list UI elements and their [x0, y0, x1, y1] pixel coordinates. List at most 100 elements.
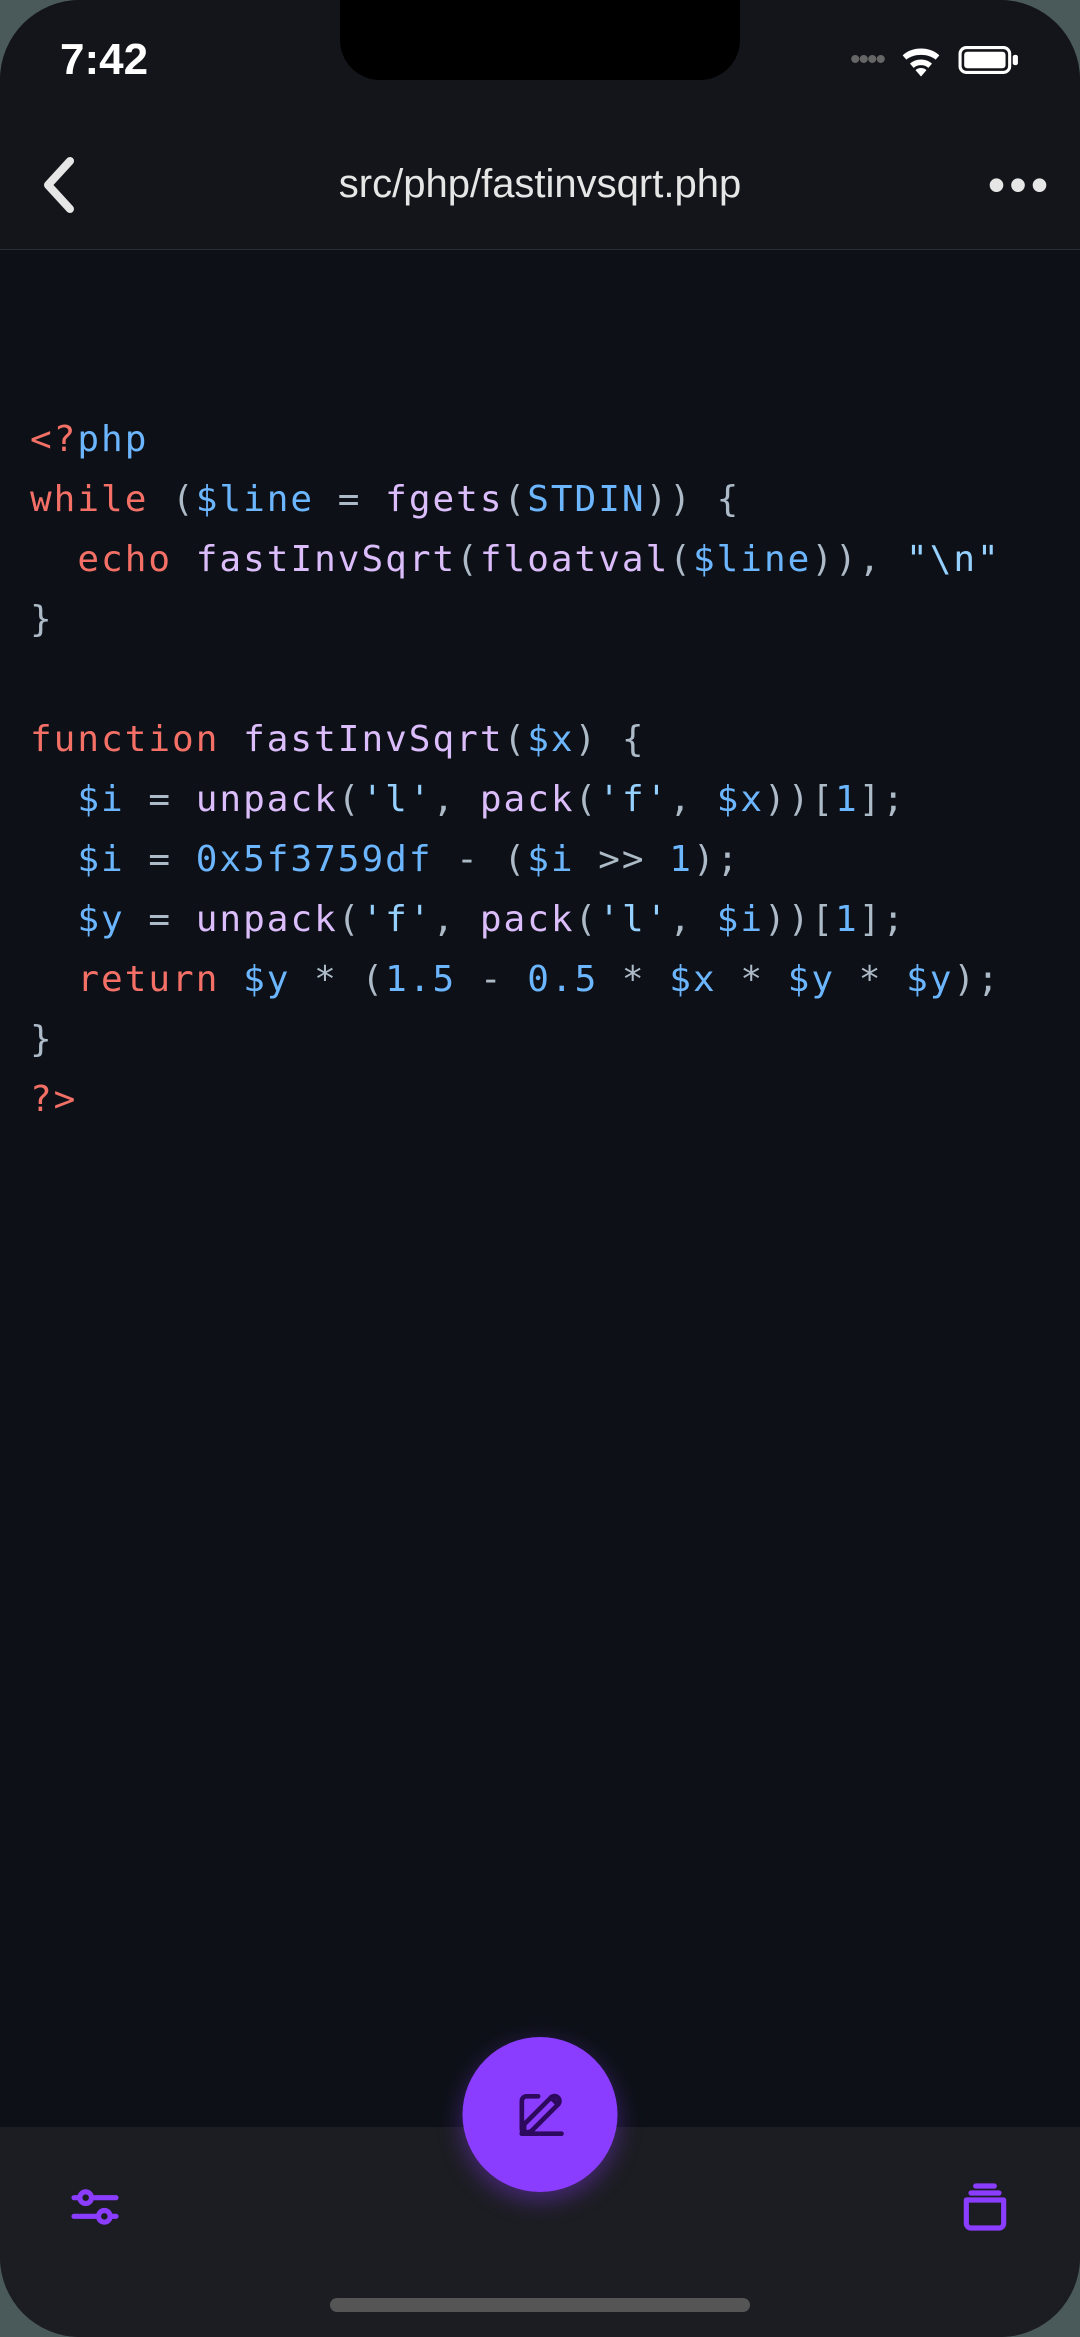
code-token: [30, 839, 77, 880]
code-token: )),: [811, 539, 906, 580]
code-token: *: [717, 959, 788, 1000]
code-token: (: [504, 719, 528, 760]
code-token: *: [598, 959, 669, 1000]
status-time: 7:42: [60, 35, 148, 85]
code-token: unpack: [196, 899, 338, 940]
sliders-icon: [67, 2179, 123, 2235]
code-token: (: [669, 539, 693, 580]
code-token: ,: [669, 779, 716, 820]
code-token: *: [835, 959, 906, 1000]
code-token: 'f': [361, 899, 432, 940]
code-token: while: [30, 479, 148, 520]
code-token: $i: [717, 899, 764, 940]
code-token: ];: [859, 899, 906, 940]
code-token: $y: [243, 959, 290, 1000]
code-token: 1: [669, 839, 693, 880]
code-token: function: [30, 719, 219, 760]
code-token: (: [338, 779, 362, 820]
code-token: pack: [480, 779, 575, 820]
code-token: }: [30, 1019, 54, 1060]
status-indicators: ••••: [850, 43, 1020, 77]
code-token: 'l': [361, 779, 432, 820]
more-options-button[interactable]: •••: [990, 155, 1050, 215]
code-token: $i: [77, 779, 124, 820]
settings-button[interactable]: [60, 2172, 130, 2242]
files-button[interactable]: [950, 2172, 1020, 2242]
code-token: $x: [669, 959, 716, 1000]
code-token: ))[: [764, 779, 835, 820]
code-token: =: [314, 479, 385, 520]
code-token: $line: [196, 479, 314, 520]
code-token: (: [575, 779, 599, 820]
code-token: $y: [788, 959, 835, 1000]
navigation-bar: src/php/fastinvsqrt.php •••: [0, 120, 1080, 250]
code-token: $y: [906, 959, 953, 1000]
stack-icon: [957, 2179, 1013, 2235]
chevron-left-icon: [40, 155, 80, 215]
code-token: 'f': [598, 779, 669, 820]
code-token: (: [456, 539, 480, 580]
code-token: $x: [717, 779, 764, 820]
device-screen: 7:42 •••• src/php/fastinvsqrt.php ••• <?…: [0, 0, 1080, 2337]
code-token: 1: [835, 899, 859, 940]
code-token: ) {: [575, 719, 646, 760]
code-token: * (: [290, 959, 385, 1000]
code-token: ,: [669, 899, 716, 940]
code-token: -: [456, 959, 527, 1000]
code-token: 0.5: [527, 959, 598, 1000]
back-button[interactable]: [30, 155, 90, 215]
battery-icon: [958, 45, 1020, 75]
device-notch: [340, 0, 740, 80]
code-token: =: [125, 839, 196, 880]
edit-fab-button[interactable]: [463, 2037, 618, 2192]
code-token: ))[: [764, 899, 835, 940]
code-token: fgets: [385, 479, 503, 520]
home-indicator[interactable]: [330, 2298, 750, 2312]
code-token: fastInvSqrt: [243, 719, 503, 760]
code-token: $x: [527, 719, 574, 760]
code-token: unpack: [196, 779, 338, 820]
code-token: [30, 779, 77, 820]
code-token: ];: [859, 779, 906, 820]
code-token: [30, 899, 77, 940]
code-token: 1: [835, 779, 859, 820]
code-token: (: [575, 899, 599, 940]
code-token: ,: [433, 779, 480, 820]
code-token: $y: [77, 899, 124, 940]
code-token: [30, 959, 77, 1000]
code-token: STDIN: [527, 479, 645, 520]
code-token: [219, 719, 243, 760]
code-token: <?: [30, 419, 77, 460]
code-token: 'l': [598, 899, 669, 940]
code-token: [172, 539, 196, 580]
code-token: php: [77, 419, 148, 460]
file-path-title: src/php/fastinvsqrt.php: [339, 162, 741, 207]
code-token: $line: [693, 539, 811, 580]
code-token: =: [125, 899, 196, 940]
code-token: $i: [527, 839, 574, 880]
code-token: echo: [77, 539, 172, 580]
code-token: return: [77, 959, 219, 1000]
code-token: =: [125, 779, 196, 820]
code-token: 0x5f3759df: [196, 839, 433, 880]
code-token: );: [953, 959, 1000, 1000]
code-editor[interactable]: <?php while ($line = fgets(STDIN)) { ech…: [0, 250, 1080, 2337]
carrier-dots: ••••: [850, 43, 884, 77]
code-token: }: [30, 599, 54, 640]
code-token: - (: [433, 839, 528, 880]
code-token: ,: [433, 899, 480, 940]
wifi-icon: [899, 43, 943, 77]
edit-icon: [512, 2087, 568, 2143]
code-token: floatval: [480, 539, 669, 580]
code-token: [219, 959, 243, 1000]
code-token: pack: [480, 899, 575, 940]
code-token: $i: [77, 839, 124, 880]
code-token: ?>: [30, 1079, 77, 1120]
code-token: "\n": [906, 539, 1001, 580]
code-token: fastInvSqrt: [196, 539, 456, 580]
code-token: )) {: [646, 479, 741, 520]
code-token: (: [148, 479, 195, 520]
code-token: 1.5: [385, 959, 456, 1000]
code-token: (: [504, 479, 528, 520]
code-token: );: [693, 839, 740, 880]
